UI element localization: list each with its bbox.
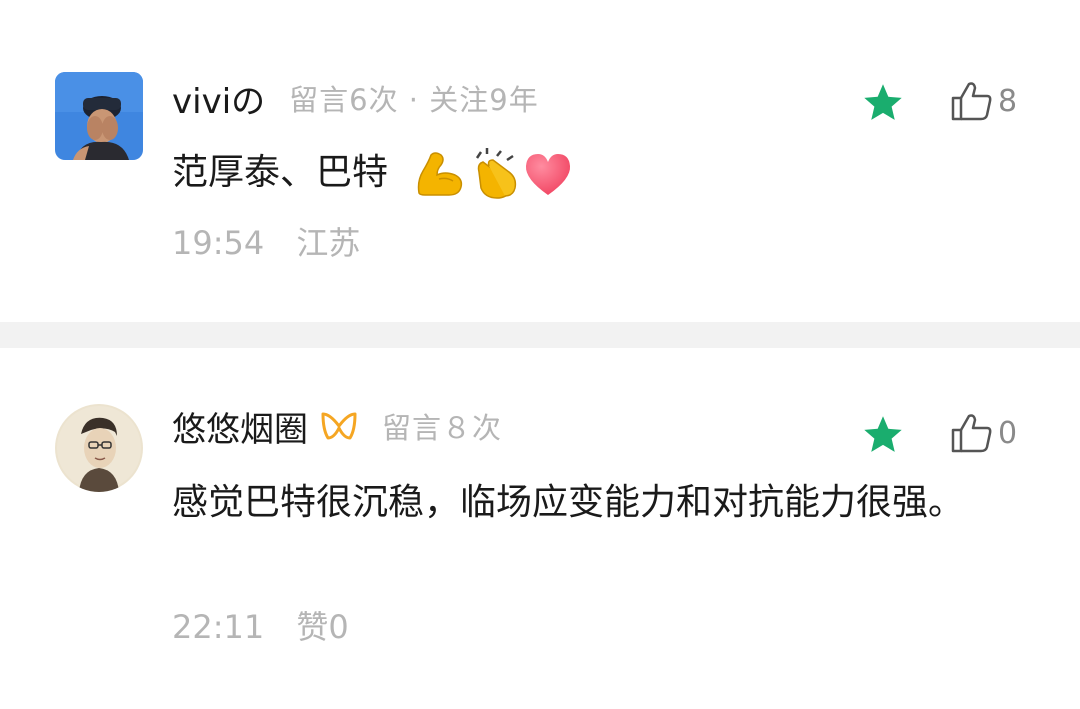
comment-item: viviの 留言6次 · 关注9年 范厚泰、巴特 19:54 江苏 8 [0,0,1080,322]
comment-time: 22:11 [172,608,265,646]
comment-item: 悠悠烟圈 留言８次 感觉巴特很沉稳，临场应变能力和对抗能力很强。 22:11 赞… [0,348,1080,709]
clapping-hands-emoji [476,148,517,199]
comment-footer: 22:11 赞0 [172,602,349,648]
comment-likes-text: 赞0 [296,608,349,646]
red-heart-emoji [526,154,571,195]
like-button[interactable]: 0 [950,412,1017,454]
like-count: 0 [998,415,1018,451]
comment-text: 范厚泰、巴特 [172,142,1002,204]
thumbs-up-icon [951,82,992,121]
avatar[interactable] [55,72,143,160]
comment-meta: 留言6次 · 关注9年 [289,83,539,117]
comment-header: viviの 留言6次 · 关注9年 [172,78,539,122]
comment-time: 19:54 [172,224,265,262]
username[interactable]: viviの [172,74,265,123]
section-divider [0,322,1080,348]
comment-header: 悠悠烟圈 留言８次 [172,406,503,450]
like-button[interactable]: 8 [950,80,1017,122]
avatar[interactable] [55,404,143,492]
like-count: 8 [998,83,1018,119]
thumbs-up-icon [951,414,992,453]
emoji-group [415,148,573,200]
flexed-biceps-emoji [418,152,463,196]
comment-meta: 留言８次 [382,411,503,445]
star-icon[interactable] [861,81,905,125]
star-icon[interactable] [861,413,905,457]
comment-content: 范厚泰、巴特 [172,152,389,193]
orange-ribbon-badge-icon [321,412,357,440]
username[interactable]: 悠悠烟圈 [172,402,308,451]
comment-footer: 19:54 江苏 [172,218,360,264]
comment-content: 感觉巴特很沉稳，临场应变能力和对抗能力很强。 [172,482,965,523]
comment-location: 江苏 [296,224,361,262]
